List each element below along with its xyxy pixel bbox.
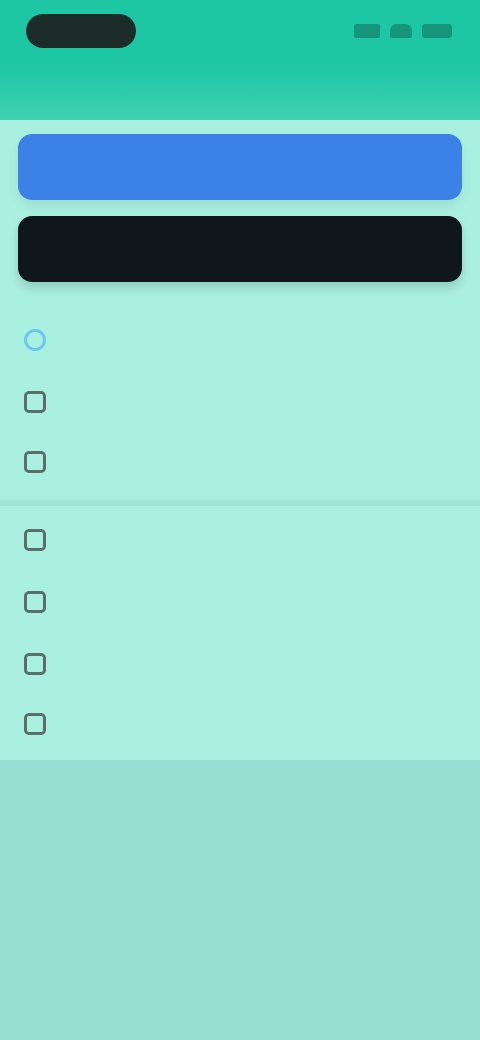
status-bar [0, 0, 480, 64]
star-icon [24, 591, 46, 613]
app-header [0, 64, 480, 120]
folder-icon [24, 391, 46, 413]
signal-icon [354, 24, 380, 38]
menu-divider [0, 500, 480, 506]
menu-item-document[interactable] [0, 436, 480, 488]
menu-item-settings[interactable] [0, 514, 480, 566]
menu-item-people[interactable] [0, 638, 480, 690]
battery-icon [422, 24, 452, 38]
menu-item-folder[interactable] [0, 376, 480, 428]
menu-item-info[interactable] [0, 698, 480, 750]
wifi-icon [390, 24, 412, 38]
status-time [26, 14, 136, 48]
info-icon [24, 713, 46, 735]
people-icon [24, 653, 46, 675]
home-icon [24, 329, 46, 351]
secondary-action-button[interactable] [18, 216, 462, 282]
status-icons [354, 20, 452, 42]
primary-action-button[interactable] [18, 134, 462, 200]
document-icon [24, 451, 46, 473]
menu-item-star[interactable] [0, 576, 480, 628]
settings-icon [24, 529, 46, 551]
menu-item-home[interactable] [0, 314, 480, 366]
